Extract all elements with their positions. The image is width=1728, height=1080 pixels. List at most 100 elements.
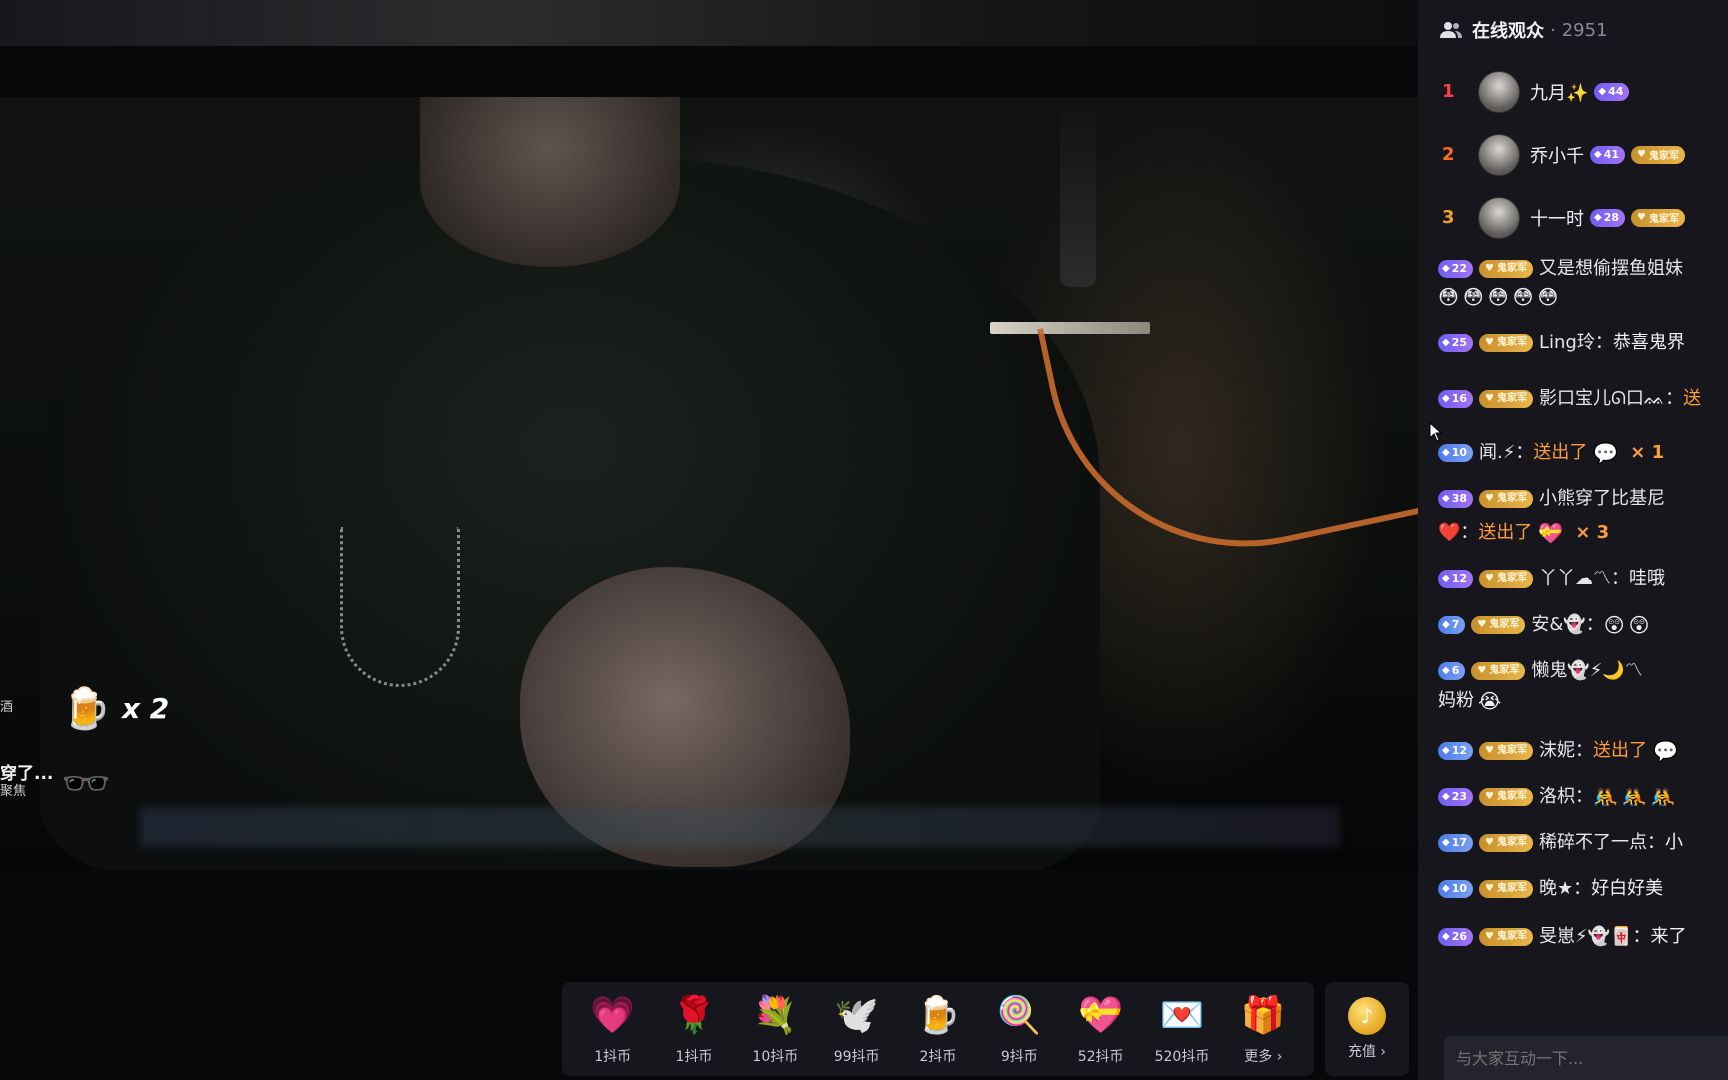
gift-price: 9抖币: [1000, 1049, 1038, 1065]
video-player[interactable]: 酒 🍺 x 2 穿了... 聚焦 🕶️ 💗 1抖币 🌹 1抖币 💐 10抖币 🕊️ 99…: [0, 0, 1418, 1080]
rank-number: 2: [1442, 144, 1455, 165]
gift-icon: 💬: [1593, 441, 1619, 465]
level-badge: ◆ 10: [1438, 880, 1474, 898]
level-badge: ◆ 12: [1438, 742, 1474, 760]
rank-row-2[interactable]: 2 乔小千 ◆ 41 ♥ 鬼家军: [1418, 123, 1728, 186]
chat-message[interactable]: ◆ 7 ♥ 鬼家军 安&👻： 😲 😲: [1438, 611, 1728, 639]
chat-text: 好白好美: [1591, 878, 1664, 899]
chat-user-name[interactable]: 洛枳：: [1539, 783, 1593, 811]
gift-beer[interactable]: 🍺 2抖币: [897, 982, 978, 1076]
chat-user-name[interactable]: 沫妮：: [1539, 737, 1593, 765]
recharge-button[interactable]: ♪ 充值 ›: [1325, 982, 1409, 1076]
chat-user-name[interactable]: 闻.⚡：: [1479, 439, 1533, 467]
chat-user-name[interactable]: 稀碎不了一点：: [1539, 829, 1665, 857]
love-letter-gift-icon: 💌: [1159, 995, 1205, 1036]
fan-club-badge: ♥ 鬼家军: [1471, 616, 1526, 634]
gift-effect-1: 酒 🍺 x 2: [0, 683, 169, 733]
chat-text: 哇哦: [1628, 568, 1665, 589]
beer-gift-icon: 🍺: [915, 995, 961, 1036]
chat-message[interactable]: ◆ 16 ♥ 鬼家军 影口宝儿ᘏ口ᨐ： 送: [1438, 385, 1728, 413]
chat-message[interactable]: ◆ 12 ♥ 鬼家军 丫丫☁〽： 哇哦: [1438, 565, 1728, 593]
rose-gift-icon: 🌹: [671, 995, 717, 1036]
chat-emoji: 😳: [1438, 285, 1459, 309]
chat-user-name[interactable]: 小熊穿了比基尼: [1539, 485, 1665, 513]
gift-bouquet[interactable]: 💐 10抖币: [735, 982, 816, 1076]
level-badge: ◆ 26: [1438, 928, 1474, 946]
avatar[interactable]: [1478, 70, 1520, 113]
gift-price: 520抖币: [1154, 1049, 1210, 1065]
microphone: [1060, 97, 1096, 287]
rank-user-name[interactable]: 十一时: [1530, 205, 1584, 231]
chat-user-name[interactable]: 影口宝儿ᘏ口ᨐ：: [1539, 385, 1683, 413]
chat-emoji: 😳: [1462, 285, 1484, 309]
chat-user-name[interactable]: 又是想偷摆鱼姐妹: [1539, 255, 1683, 283]
chat-input[interactable]: [1444, 1036, 1728, 1080]
stream-video-frame[interactable]: [0, 97, 1418, 870]
audience-title: 在线观众: [1472, 21, 1544, 42]
chat-user-name[interactable]: 丫丫☁〽：: [1539, 565, 1629, 593]
online-audience-header[interactable]: 在线观众 · 2951: [1418, 0, 1728, 60]
chat-message[interactable]: ◆ 17 ♥ 鬼家军 稀碎不了一点： 小: [1438, 829, 1728, 857]
rank-user-name[interactable]: 乔小千: [1530, 142, 1584, 168]
chat-message[interactable]: ◆ 6 ♥ 鬼家军 懒鬼👻⚡🌙〽 妈粉 😭: [1438, 657, 1728, 715]
gift-bar: 💗 1抖币 🌹 1抖币 💐 10抖币 🕊️ 99抖币 🍺 2抖币 🍭 9抖币 💝 52抖币 💌…: [562, 982, 1314, 1076]
gift-lollipop[interactable]: 🍭 9抖币: [979, 982, 1060, 1076]
level-badge: ◆ 25: [1438, 334, 1474, 352]
level-badge: ◆ 10: [1438, 444, 1474, 462]
chat-user-name[interactable]: 晚★：: [1539, 875, 1591, 903]
chat-message[interactable]: ◆ 25 ♥ 鬼家军 Ling玲： 恭喜鬼界: [1438, 329, 1728, 357]
chat-text: 来了: [1650, 926, 1687, 947]
chat-emoji: 😳: [1537, 285, 1559, 309]
video-top-bar: [0, 0, 1418, 46]
coin-icon: ♪: [1348, 997, 1386, 1035]
rank-row-1[interactable]: 1 九月✨ ◆ 44: [1418, 60, 1728, 123]
gift-times: × 1: [1630, 442, 1665, 463]
chat-message[interactable]: ◆ 22 ♥ 鬼家军 又是想偷摆鱼姐妹 😳 😳 😳 😳 😳: [1438, 255, 1728, 311]
level-badge: ◆ 7: [1438, 616, 1466, 634]
avatar[interactable]: [1478, 133, 1520, 176]
avatar[interactable]: [1478, 196, 1520, 239]
heart-box-gift-icon: 💝: [1078, 995, 1124, 1036]
gift-love-letter[interactable]: 💌 520抖币: [1141, 982, 1222, 1076]
gift-rose[interactable]: 🌹 1抖币: [653, 982, 734, 1076]
rank-row-3[interactable]: 3 十一时 ◆ 28 ♥ 鬼家军: [1418, 186, 1728, 249]
recharge-label: 充值 ›: [1347, 1044, 1387, 1060]
gift-paper-crane[interactable]: 🕊️ 99抖币: [816, 982, 897, 1076]
gift-heart-box[interactable]: 💝 52抖币: [1060, 982, 1141, 1076]
chat-user-name[interactable]: 懒鬼👻⚡🌙〽: [1531, 657, 1642, 685]
fan-club-badge: ♥ 鬼家军: [1479, 260, 1533, 278]
chat-emoji: 🤼: [1592, 785, 1618, 809]
gift-heart[interactable]: 💗 1抖币: [572, 982, 653, 1076]
chat-message[interactable]: ◆ 10 ♥ 鬼家军 晚★： 好白好美: [1438, 875, 1728, 903]
lollipop-gift-icon: 🍭: [996, 995, 1042, 1036]
chat-emoji: 😲: [1628, 613, 1650, 637]
gift-effect-user: 穿了...: [0, 764, 54, 784]
level-badge: ◆ 22: [1438, 260, 1474, 278]
gift-effect-2: 穿了... 聚焦 🕶️: [0, 758, 112, 808]
level-badge: ◆ 38: [1438, 490, 1474, 508]
chat-gift-message[interactable]: ◆ 12 ♥ 鬼家军 沫妮： 送出了 💬: [1438, 737, 1728, 765]
chat-emoji: 😭: [1478, 689, 1502, 713]
chat-message-list[interactable]: ◆ 22 ♥ 鬼家军 又是想偷摆鱼姐妹 😳 😳 😳 😳 😳 ◆ 25 ♥ 鬼家军 Lin…: [1418, 255, 1728, 951]
chat-text: 恭喜鬼界: [1612, 332, 1685, 353]
level-badge: ◆ 16: [1438, 390, 1474, 408]
more-gifts-button[interactable]: 🎁 更多 ›: [1223, 982, 1304, 1076]
level-badge: ◆ 17: [1438, 834, 1474, 852]
chat-user-name[interactable]: ❤️：: [1438, 519, 1478, 547]
chat-message[interactable]: ◆ 26 ♥ 鬼家军 旻崽⚡👻🀄： 来了: [1438, 923, 1728, 951]
rank-user-name[interactable]: 九月✨: [1530, 79, 1588, 105]
chat-user-name[interactable]: 安&👻：: [1531, 611, 1603, 639]
chat-gift-message[interactable]: ◆ 10 闻.⚡： 送出了 💬 × 1: [1438, 439, 1728, 467]
chat-text: 妈粉: [1438, 690, 1474, 711]
chat-message[interactable]: ◆ 23 ♥ 鬼家军 洛枳： 🤼 🤼 🤼: [1438, 783, 1728, 811]
gift-price: 2抖币: [919, 1049, 957, 1065]
heart-gift-icon: 💗: [590, 995, 636, 1036]
chat-emoji: 😲: [1603, 613, 1625, 637]
chat-gift-message[interactable]: ◆ 38 ♥ 鬼家军 小熊穿了比基尼 ❤️： 送出了 💝 × 3: [1438, 485, 1728, 547]
chat-user-name[interactable]: 旻崽⚡👻🀄：: [1539, 923, 1650, 951]
audience-count: 2951: [1561, 19, 1608, 41]
fan-club-badge: ♥ 鬼家军: [1479, 490, 1533, 508]
keyboard: [140, 807, 1340, 847]
chat-user-name[interactable]: Ling玲：: [1539, 329, 1613, 357]
level-badge: ◆ 28: [1590, 208, 1626, 227]
